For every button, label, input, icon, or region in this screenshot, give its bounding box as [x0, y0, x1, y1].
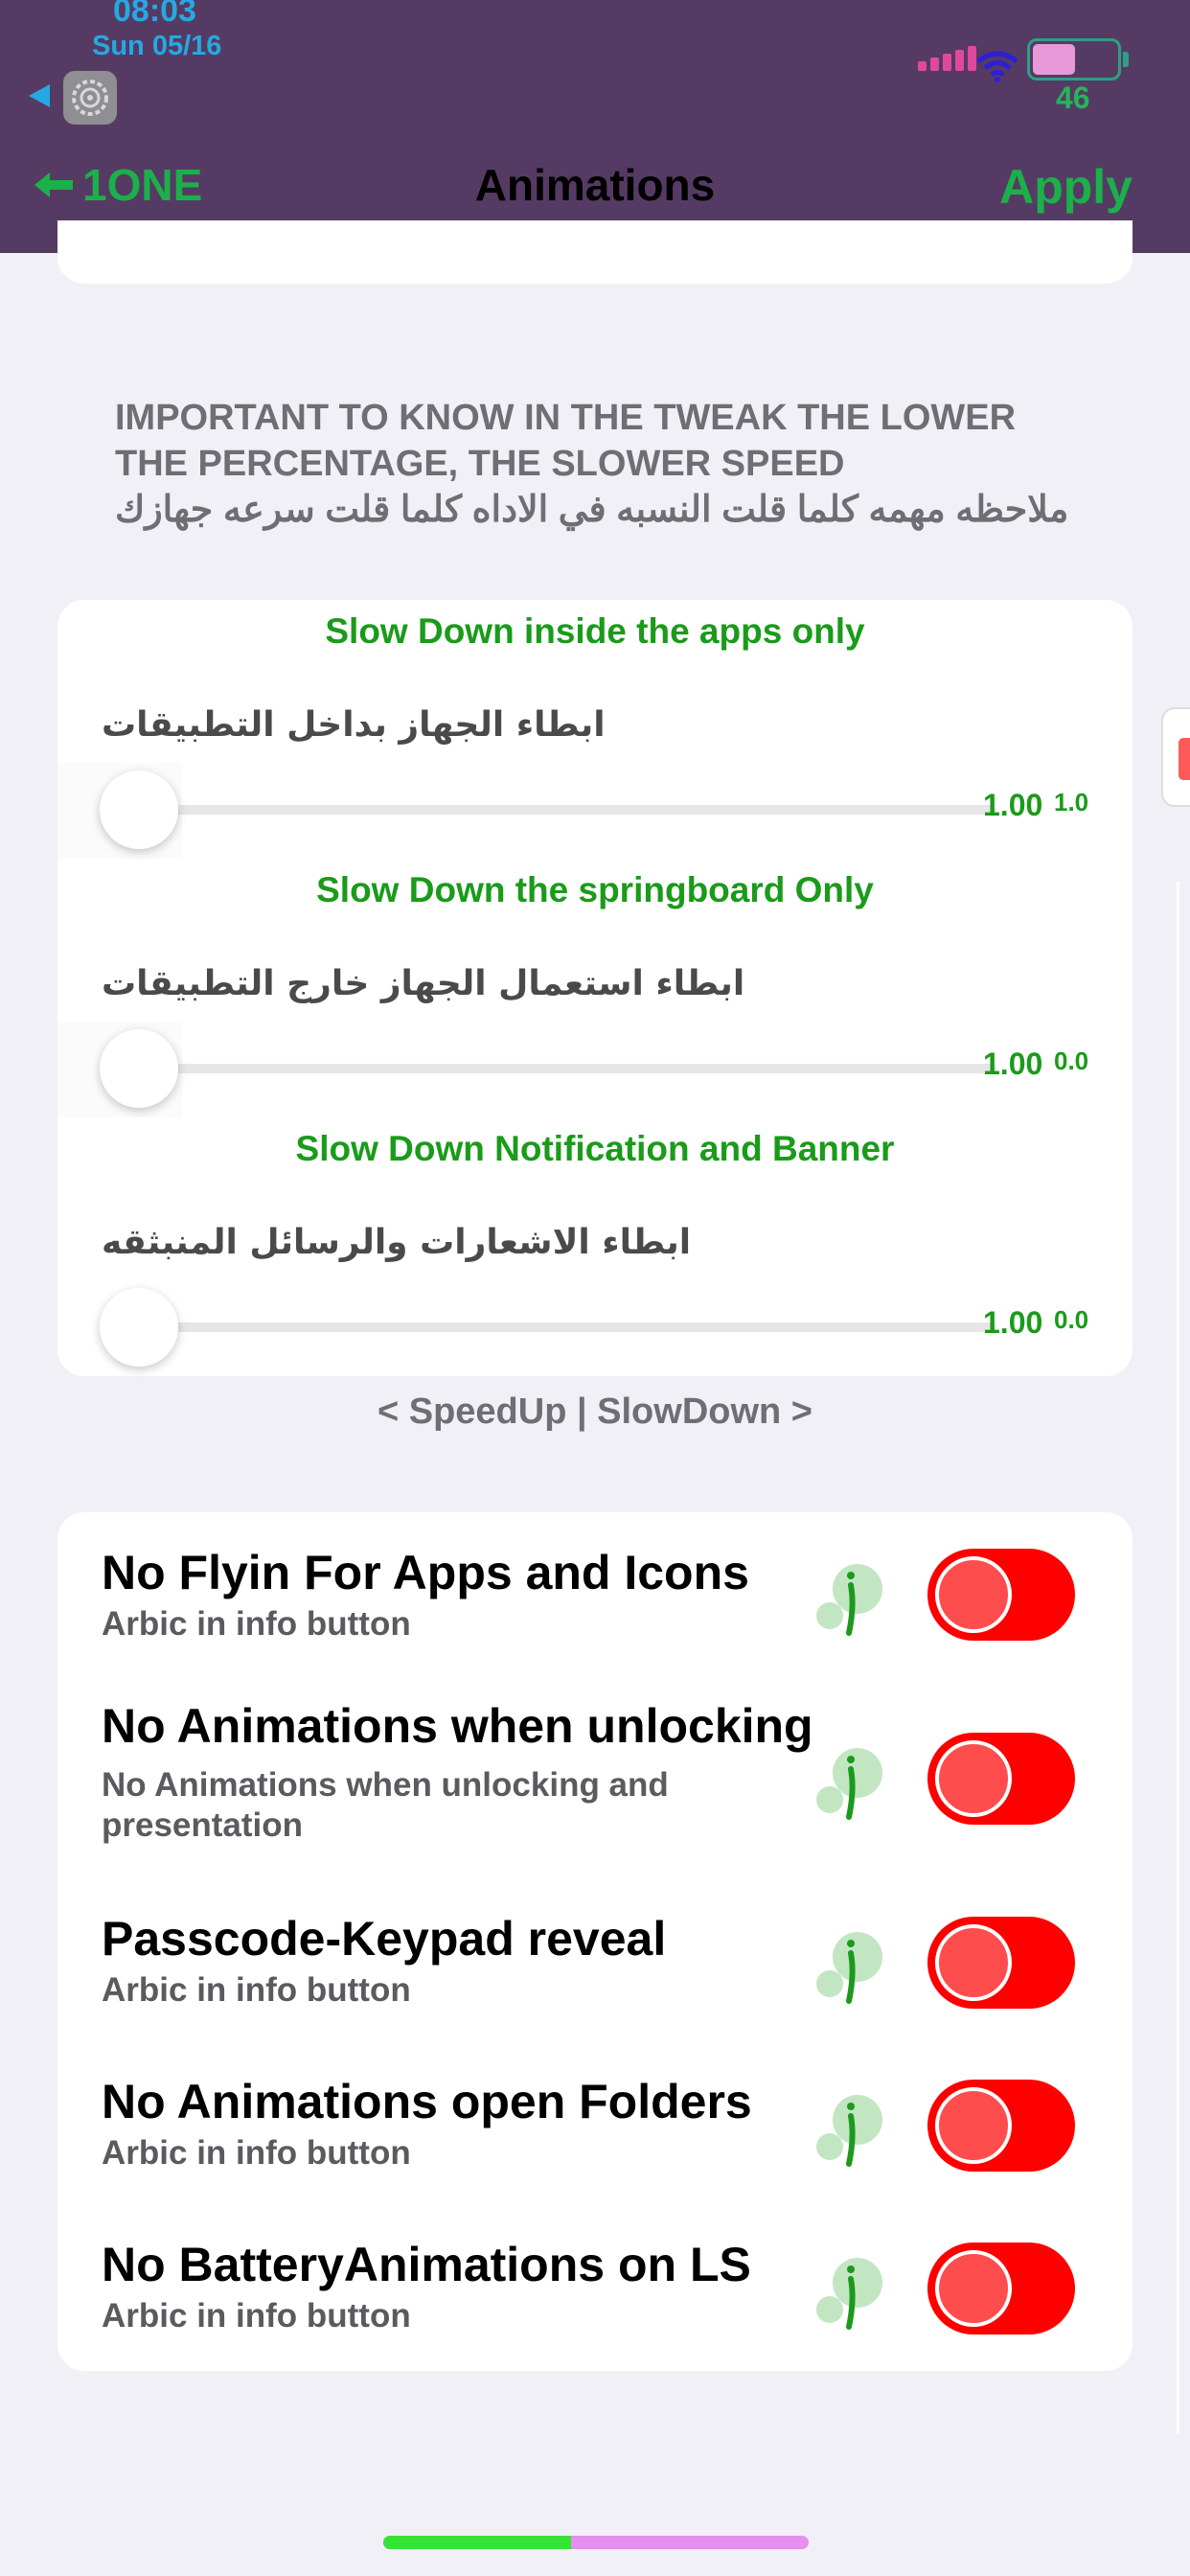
side-handle-mark	[1179, 738, 1190, 780]
slider-track-springboard[interactable]	[140, 1064, 996, 1073]
battery-fill	[1033, 44, 1075, 75]
passcode-toggle-switch[interactable]	[927, 1917, 1075, 2009]
home-indicator[interactable]	[383, 2536, 809, 2549]
home-indicator-fill	[383, 2536, 571, 2549]
info-icon[interactable]	[814, 1928, 891, 2005]
slider-label-springboard: ابطاء استعمال الجهاز خارج التطبيقات	[102, 964, 745, 1003]
slider-title-notifications: Slow Down Notification and Banner	[295, 1129, 895, 1168]
slider-value-notifications: 1.00	[983, 1305, 1043, 1340]
speed-direction-hint: < SpeedUp | SlowDown >	[377, 1392, 813, 1432]
toggle-title: No BatteryAnimations on LS	[102, 2238, 751, 2291]
slider-track-notifications[interactable]	[140, 1322, 996, 1332]
header-bar: 08:03 Sun 05/16 46 1ONE Animations Apply	[0, 0, 1190, 253]
toggle-title: Passcode-Keypad reveal	[102, 1912, 667, 1966]
switch-knob	[935, 1556, 1012, 1633]
toggle-subtitle: Arbic in info button	[102, 1971, 411, 2009]
note-english: IMPORTANT TO KNOW IN THE TWEAK THE LOWER…	[115, 398, 1017, 484]
switch-knob	[935, 2250, 1012, 2327]
toggle-subtitle: No Animations when unlocking and present…	[102, 1766, 669, 1844]
info-icon[interactable]	[814, 2254, 891, 2331]
switch-knob	[935, 1924, 1012, 2001]
battery-percent: 46	[1056, 80, 1090, 115]
slider-value-apps: 1.00	[983, 788, 1043, 822]
battery-anim-toggle-switch[interactable]	[927, 2242, 1075, 2334]
signal-icon	[918, 46, 976, 71]
slider-value-springboard: 1.00	[983, 1046, 1043, 1081]
scroll-indicator[interactable]	[1177, 882, 1179, 2434]
toggle-subtitle: Arbic in info button	[102, 1605, 411, 1643]
back-to-app-icon[interactable]	[29, 84, 50, 107]
toggle-title: No Animations open Folders	[102, 2075, 752, 2128]
toggle-subtitle: Arbic in info button	[102, 2297, 411, 2334]
important-note: IMPORTANT TO KNOW IN THE TWEAK THE LOWER…	[115, 395, 1073, 533]
gear-icon	[72, 80, 108, 116]
switch-knob	[935, 2087, 1012, 2164]
note-arabic: ملاحظه مهمه كلما قلت النسبه في الاداه كل…	[115, 490, 1069, 530]
slider-track-apps[interactable]	[140, 805, 996, 815]
toggle-title: No Animations when unlocking	[102, 1699, 813, 1753]
toggle-group-card: No Flyin For Apps and Icons Arbic in inf…	[57, 1512, 1133, 2371]
slider-thumb-apps[interactable]	[100, 770, 178, 849]
info-icon[interactable]	[814, 1560, 891, 1637]
slider-label-notifications: ابطاء الاشعارات والرسائل المنبثقه	[102, 1223, 692, 1262]
status-time: 08:03	[113, 0, 196, 29]
previous-group-card	[57, 220, 1133, 284]
info-icon[interactable]	[814, 2091, 891, 2168]
status-date: Sun 05/16	[92, 31, 222, 61]
battery-icon	[1027, 38, 1121, 80]
toggle-title: No Flyin For Apps and Icons	[102, 1546, 749, 1599]
slider-thumb-springboard[interactable]	[100, 1029, 178, 1108]
switch-knob	[935, 1740, 1012, 1817]
apply-button[interactable]: Apply	[999, 159, 1133, 215]
settings-icon[interactable]	[63, 71, 117, 125]
slider-thumb-notifications[interactable]	[100, 1288, 178, 1367]
slider-group-card: Slow Down inside the apps only ابطاء الج…	[57, 600, 1133, 1376]
toggle-subtitle: Arbic in info button	[102, 2134, 411, 2172]
slider-label-apps: ابطاء الجهاز بداخل التطبيقات	[102, 705, 606, 745]
battery-tip	[1123, 52, 1129, 67]
slider-small-value-notifications: 0.0	[1054, 1305, 1089, 1334]
slider-title-apps: Slow Down inside the apps only	[325, 611, 865, 651]
flyin-toggle-switch[interactable]	[927, 1549, 1075, 1641]
side-panel-handle[interactable]	[1161, 707, 1190, 807]
info-icon[interactable]	[814, 1744, 891, 1821]
slider-small-value-springboard: 0.0	[1054, 1046, 1089, 1075]
unlocking-toggle-switch[interactable]	[927, 1733, 1075, 1825]
wifi-icon	[976, 51, 1018, 82]
slider-small-value-apps: 1.0	[1054, 788, 1089, 816]
slider-title-springboard: Slow Down the springboard Only	[316, 870, 874, 909]
folders-toggle-switch[interactable]	[927, 2080, 1075, 2172]
